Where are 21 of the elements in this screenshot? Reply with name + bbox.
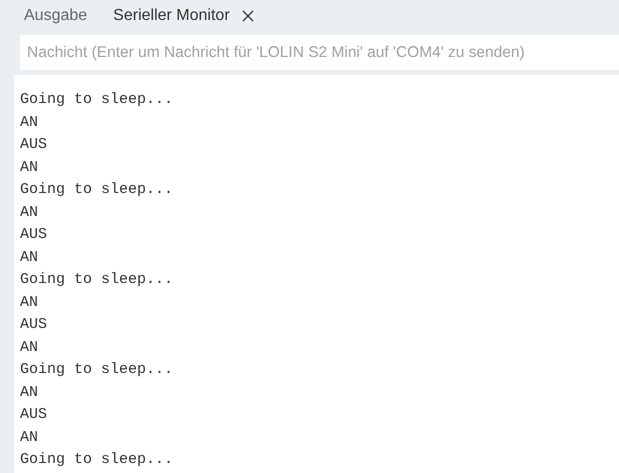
output-line: AUS (20, 315, 48, 335)
output-line: AN (20, 248, 38, 268)
output-line: AN (20, 338, 38, 358)
output-line: AN (20, 158, 38, 178)
tab[interactable]: Serieller Monitor (113, 7, 254, 25)
output-line: AN (20, 428, 38, 448)
output-line: Going to sleep... (20, 270, 174, 290)
close-icon[interactable] (242, 10, 254, 22)
output-line: AUS (20, 135, 48, 155)
output-line: Going to sleep... (20, 180, 174, 200)
output-line: Going to sleep... (20, 450, 174, 470)
tab[interactable]: Ausgabe (24, 7, 88, 25)
output-line: AUS (20, 405, 48, 425)
message-field[interactable]: Nachicht (Enter um Nachricht für 'LOLIN S2 Mini' auf 'COM4' zu senden) (20, 35, 619, 70)
output-line: Going to sleep... (20, 360, 174, 380)
output-line: AUS (20, 225, 48, 245)
output-line: AN (20, 112, 38, 132)
output-line: AN (20, 202, 38, 222)
output-line: Going to sleep... (20, 90, 174, 110)
output-line: AN (20, 382, 38, 402)
output-line: AN (20, 292, 38, 312)
